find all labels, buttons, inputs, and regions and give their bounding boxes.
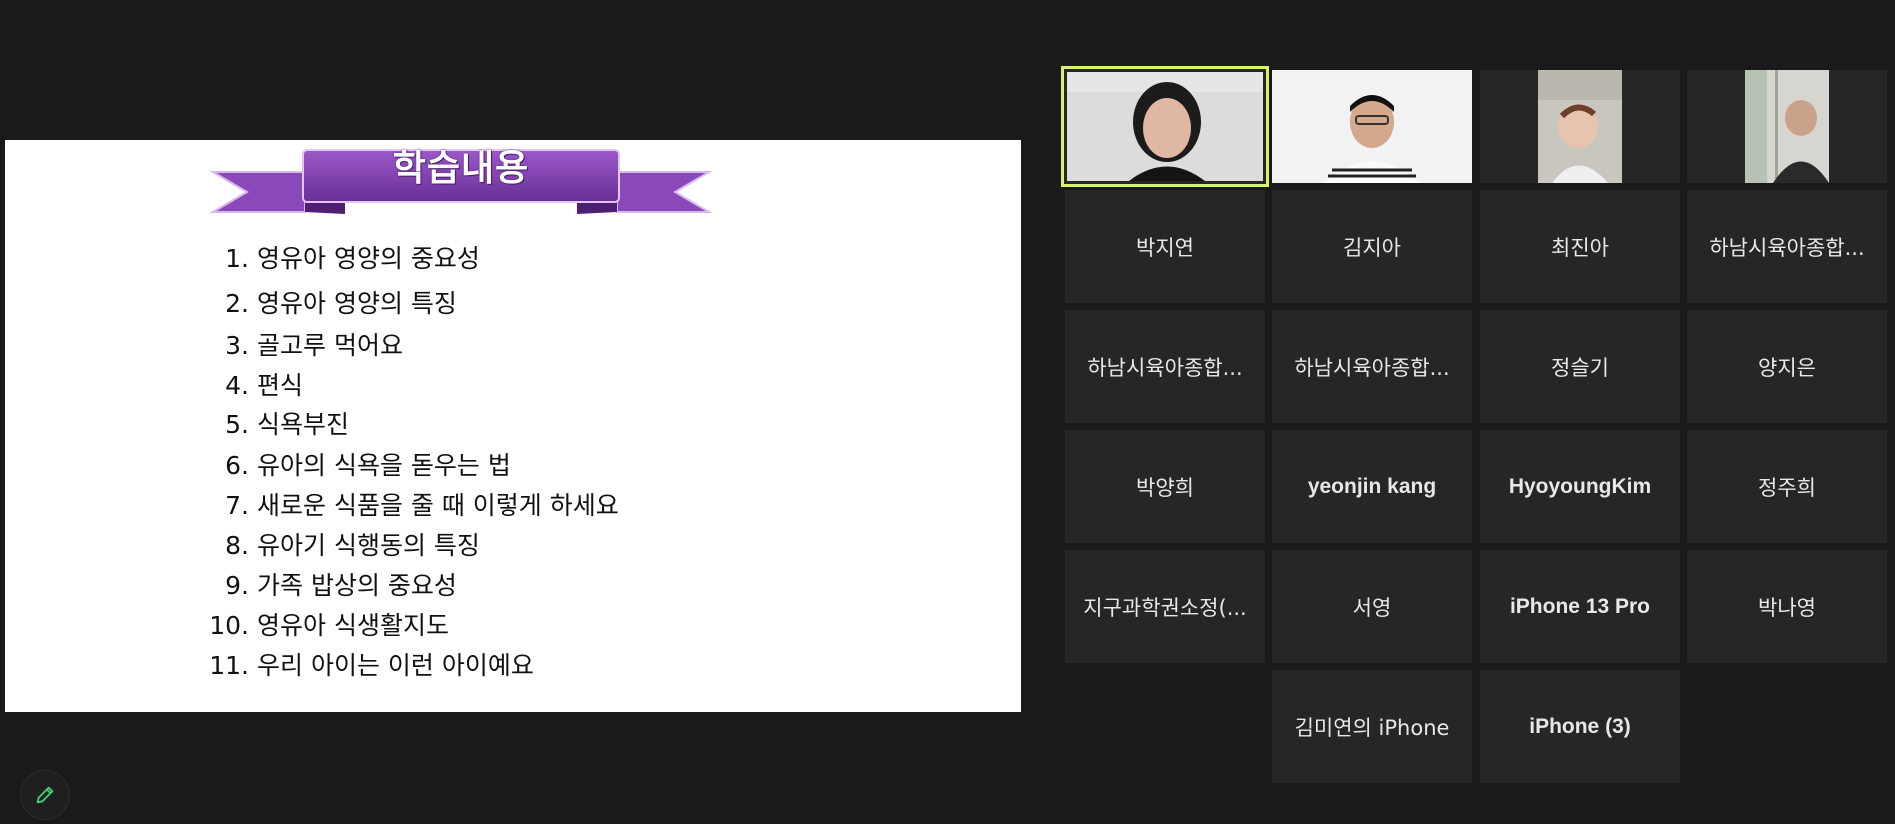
participant-name: 서영 <box>1352 595 1392 620</box>
participant-tile[interactable]: 하남시육아종합... <box>1687 190 1887 303</box>
topic-number: 10. <box>209 611 249 640</box>
participant-tile[interactable]: 정주희 <box>1687 430 1887 543</box>
topic-text: 편식 <box>257 371 304 400</box>
participant-tile[interactable]: 양지은 <box>1687 310 1887 423</box>
topic-item: 11. 우리 아이는 이런 아이예요 <box>205 651 534 681</box>
participant-video <box>1272 70 1472 183</box>
participant-video-tile[interactable] <box>1272 70 1472 183</box>
participant-video <box>1745 70 1829 183</box>
topic-number: 4. <box>225 371 249 400</box>
topic-number: 5. <box>225 410 249 439</box>
slide-title: 학습내용 <box>392 148 530 189</box>
participant-video-tile[interactable] <box>1687 70 1887 183</box>
participant-name: 박양희 <box>1136 475 1194 500</box>
participant-tile[interactable]: 지구과학권소정(... <box>1065 550 1265 663</box>
topic-text: 유아의 식욕을 돋우는 법 <box>257 451 511 480</box>
topic-text: 가족 밥상의 중요성 <box>257 571 457 600</box>
participant-name: 김지아 <box>1343 235 1401 260</box>
participant-name: 박나영 <box>1758 595 1816 620</box>
participant-tile[interactable]: iPhone (3) <box>1480 670 1680 783</box>
topic-item: 5. 식욕부진 <box>205 410 349 440</box>
participant-name: 하남시육아종합... <box>1087 355 1243 380</box>
participant-tile[interactable]: 정슬기 <box>1480 310 1680 423</box>
participant-name: HyoyoungKim <box>1508 474 1652 498</box>
topic-number: 11. <box>209 651 249 680</box>
participant-tile[interactable]: iPhone 13 Pro <box>1480 550 1680 663</box>
participant-tile[interactable]: 박지연 <box>1065 190 1265 303</box>
participant-name: 하남시육아종합... <box>1709 235 1865 260</box>
topic-text: 영유아 식생활지도 <box>257 611 449 640</box>
participant-name: 하남시육아종합... <box>1294 355 1450 380</box>
participant-video-tile[interactable] <box>1480 70 1680 183</box>
participant-name: 정주희 <box>1758 475 1816 500</box>
topic-text: 새로운 식품을 줄 때 이렇게 하세요 <box>257 491 619 520</box>
participant-name: 지구과학권소정(... <box>1083 595 1247 620</box>
pencil-icon <box>36 786 54 804</box>
participant-name: 박지연 <box>1136 235 1194 260</box>
participant-tile[interactable]: 박나영 <box>1687 550 1887 663</box>
topic-item: 7. 새로운 식품을 줄 때 이렇게 하세요 <box>205 491 619 521</box>
participant-tile[interactable]: 서영 <box>1272 550 1472 663</box>
participant-name: iPhone (3) <box>1529 714 1631 738</box>
topic-item: 6. 유아의 식욕을 돋우는 법 <box>205 451 511 481</box>
participant-name: 양지은 <box>1758 355 1816 380</box>
participant-video <box>1067 72 1263 181</box>
participant-name: 김미연의 iPhone <box>1294 715 1450 740</box>
topic-text: 유아기 식행동의 특징 <box>257 531 480 560</box>
topic-item: 9. 가족 밥상의 중요성 <box>205 571 457 601</box>
topic-item: 8. 유아기 식행동의 특징 <box>205 531 480 561</box>
participant-tile[interactable]: 김미연의 iPhone <box>1272 670 1472 783</box>
participant-video-tile[interactable] <box>1061 66 1269 187</box>
annotate-button[interactable] <box>20 770 70 820</box>
topic-text: 영유아 영양의 중요성 <box>257 244 480 273</box>
participant-tile[interactable]: 최진아 <box>1480 190 1680 303</box>
participant-tile[interactable]: 박양희 <box>1065 430 1265 543</box>
topic-text: 우리 아이는 이런 아이예요 <box>257 651 534 680</box>
topic-text: 골고루 먹어요 <box>257 331 403 360</box>
topic-text: 영유아 영양의 특징 <box>257 289 457 318</box>
topic-number: 6. <box>225 451 249 480</box>
topic-number: 3. <box>225 331 249 360</box>
topic-item: 10. 영유아 식생활지도 <box>205 611 449 641</box>
participant-tile[interactable]: 김지아 <box>1272 190 1472 303</box>
topic-number: 2. <box>225 289 249 318</box>
participant-name: 정슬기 <box>1551 355 1609 380</box>
topic-number: 9. <box>225 571 249 600</box>
topic-number: 7. <box>225 491 249 520</box>
participant-name: iPhone 13 Pro <box>1509 594 1651 618</box>
participant-tile[interactable]: 하남시육아종합... <box>1272 310 1472 423</box>
topic-item: 1. 영유아 영양의 중요성 <box>205 244 480 274</box>
topic-number: 8. <box>225 531 249 560</box>
topic-text: 식욕부진 <box>257 410 350 439</box>
participant-name: 최진아 <box>1551 235 1609 260</box>
participant-tile[interactable]: yeonjin kang <box>1272 430 1472 543</box>
topic-item: 3. 골고루 먹어요 <box>205 331 403 361</box>
participant-tile[interactable]: HyoyoungKim <box>1480 430 1680 543</box>
participant-tile[interactable]: 하남시육아종합... <box>1065 310 1265 423</box>
topic-item: 2. 영유아 영양의 특징 <box>205 289 457 319</box>
topic-item: 4. 편식 <box>205 371 303 401</box>
topic-number: 1. <box>225 244 249 273</box>
participant-video <box>1538 70 1622 183</box>
participant-name: yeonjin kang <box>1307 474 1437 498</box>
shared-screen-slide: 학습내용 1. 영유아 영양의 중요성 2. 영유아 영양의 특징 3. 골고루 먹어… <box>5 140 1021 712</box>
